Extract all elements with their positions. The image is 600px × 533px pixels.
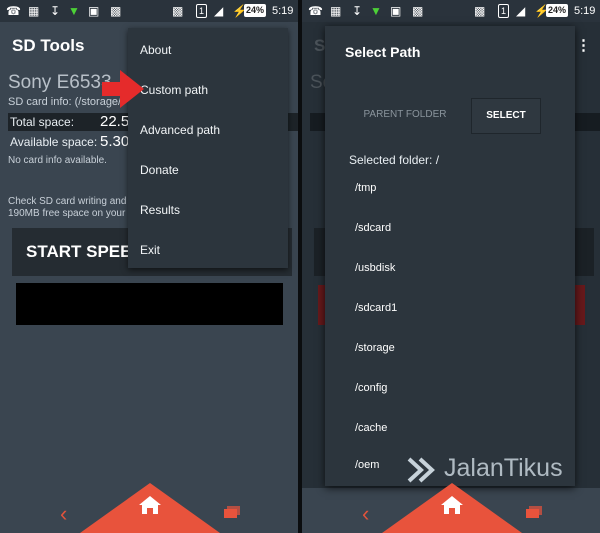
folder-item[interactable]: /storage	[355, 342, 395, 354]
dialog-title: Select Path	[345, 44, 421, 60]
select-button[interactable]: SELECT	[471, 98, 541, 134]
image-icon: ▣	[390, 4, 402, 18]
overflow-menu: About Custom path Advanced path Donate R…	[128, 28, 288, 268]
wifi-signal-icon: ▼	[68, 4, 80, 18]
available-space-label: Available space:	[10, 135, 98, 149]
overflow-menu-icon[interactable]: ⋮	[576, 36, 591, 54]
signal-icon: ◢	[516, 4, 526, 18]
battery-level: 24%	[546, 4, 569, 17]
folder-item[interactable]: /tmp	[355, 182, 376, 194]
status-bar: ☎ ▦ ↧ ▼ ▣ ▩ ▩ 1 ◢ ⚡ 24% 5:19	[0, 0, 298, 22]
back-icon[interactable]: ‹	[362, 501, 369, 527]
vibrate-icon: ▩	[172, 4, 184, 18]
battery-level: 24%	[244, 4, 267, 17]
back-icon[interactable]: ‹	[60, 501, 67, 527]
folder-item[interactable]: /sdcard1	[355, 302, 397, 314]
sim-badge: 1	[196, 4, 208, 18]
sim-badge: 1	[498, 4, 510, 18]
signal-icon: ◢	[214, 4, 224, 18]
select-path-dialog: Select Path PARENT FOLDER SELECT Selecte…	[325, 26, 575, 486]
image-icon: ▣	[88, 4, 100, 18]
nav-bar: ‹	[302, 483, 600, 533]
right-screen: ☎ ▦ ↧ ▼ ▣ ▩ ▩ 1 ◢ ⚡ 24% 5:19 Si So ⋮ Sel…	[302, 0, 600, 533]
clock: 5:19	[272, 5, 294, 17]
menu-item-advanced-path[interactable]: Advanced path	[140, 123, 220, 137]
menu-item-results[interactable]: Results	[140, 203, 180, 217]
clock: 5:19	[574, 5, 596, 17]
download-icon: ↧	[50, 4, 61, 18]
download-icon: ↧	[352, 4, 363, 18]
start-speed-label: START SPEED	[26, 242, 144, 261]
folder-item[interactable]: /config	[355, 382, 387, 394]
recent-apps-icon[interactable]	[224, 506, 240, 518]
folder-item[interactable]: /usbdisk	[355, 262, 395, 274]
watermark-text: JalanTikus	[444, 454, 563, 482]
menu-item-custom-path[interactable]: Custom path	[140, 83, 208, 97]
ad-banner	[16, 283, 283, 325]
windows-icon: ▦	[330, 4, 342, 18]
total-space-label: Total space:	[10, 115, 75, 129]
app-title: SD Tools	[12, 36, 85, 55]
red-arrow-icon	[102, 70, 144, 108]
windows-icon: ▦	[28, 4, 40, 18]
folder-item[interactable]: /oem	[355, 459, 379, 471]
vibrate-icon: ▩	[474, 4, 486, 18]
bag-icon: ▩	[412, 4, 424, 18]
nav-bar: ‹	[0, 483, 298, 533]
home-button[interactable]	[80, 483, 220, 533]
menu-item-exit[interactable]: Exit	[140, 243, 160, 257]
folder-item[interactable]: /sdcard	[355, 222, 391, 234]
selected-folder: Selected folder: /	[349, 153, 440, 167]
total-space-value: 22.5	[100, 113, 130, 130]
home-button[interactable]	[382, 483, 522, 533]
recent-apps-icon[interactable]	[526, 506, 542, 518]
device-name: Sony E6533	[8, 72, 112, 93]
no-card-info: No card info available.	[8, 155, 107, 166]
available-space-value: 5.30	[100, 133, 130, 150]
bag-icon: ▩	[110, 4, 122, 18]
whatsapp-icon: ☎	[6, 4, 21, 18]
wifi-signal-icon: ▼	[370, 4, 382, 18]
jalantikus-logo-icon	[407, 457, 435, 483]
parent-folder-button[interactable]: PARENT FOLDER	[355, 98, 455, 132]
folder-item[interactable]: /cache	[355, 422, 387, 434]
menu-item-donate[interactable]: Donate	[140, 163, 179, 177]
status-bar: ☎ ▦ ↧ ▼ ▣ ▩ ▩ 1 ◢ ⚡ 24% 5:19	[302, 0, 600, 22]
menu-item-about[interactable]: About	[140, 43, 171, 57]
left-screen: ☎ ▦ ↧ ▼ ▣ ▩ ▩ 1 ◢ ⚡ 24% 5:19 SD Tools So…	[0, 0, 298, 533]
whatsapp-icon: ☎	[308, 4, 323, 18]
